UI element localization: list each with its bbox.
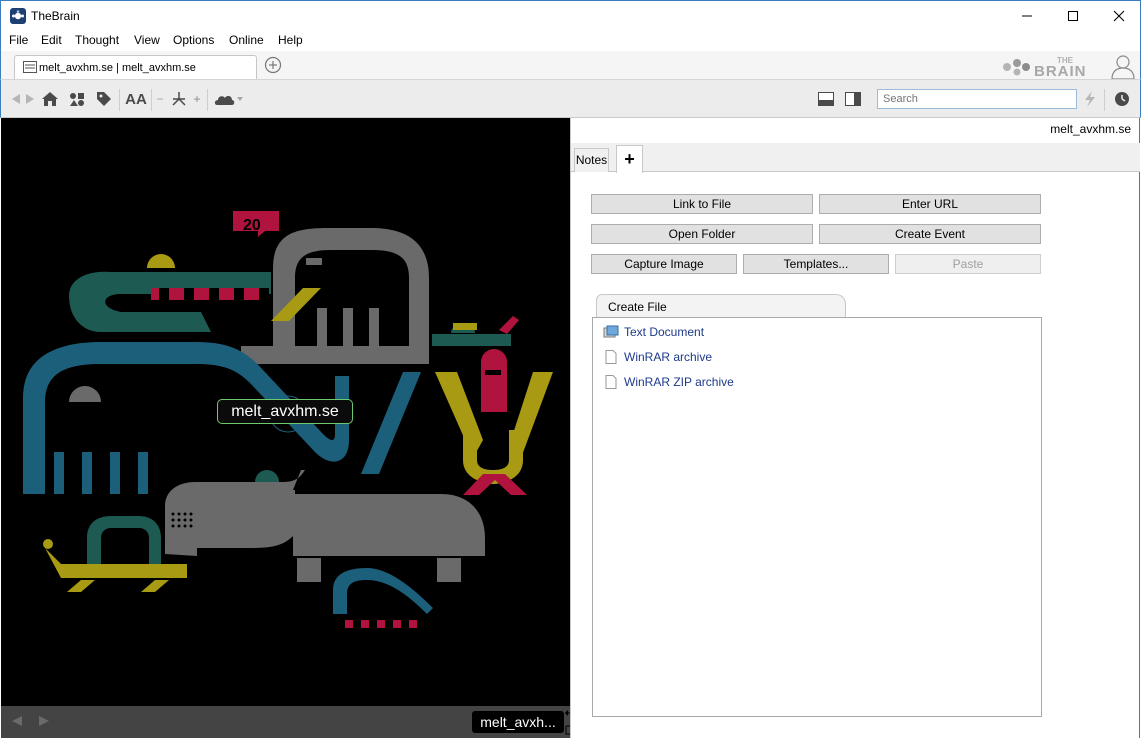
thebrain-app-icon	[10, 8, 26, 24]
title-bar: TheBrain	[0, 0, 1141, 31]
active-thought[interactable]: melt_avxhm.se	[217, 399, 353, 424]
create-file-item-label: WinRAR archive	[624, 350, 713, 364]
tab-notes[interactable]: Notes	[574, 148, 609, 172]
forward-button[interactable]	[23, 89, 37, 109]
close-button[interactable]	[1096, 1, 1141, 31]
cloud-sync-button[interactable]	[213, 89, 245, 109]
menu-bar: File Edit Thought View Options Online He…	[0, 31, 1141, 51]
home-icon	[42, 92, 58, 106]
toolbar-separator	[151, 89, 152, 111]
cloud-icon	[214, 95, 243, 105]
forward-arrow-icon	[26, 94, 34, 104]
clock-icon	[1115, 92, 1129, 106]
layout-bottom-icon	[818, 92, 834, 106]
maximize-button[interactable]	[1050, 1, 1096, 31]
home-button[interactable]	[40, 89, 60, 109]
forward-arrow-icon	[39, 716, 49, 726]
create-file-item-label: WinRAR ZIP archive	[624, 375, 734, 389]
minimize-button[interactable]	[1004, 1, 1050, 31]
menu-thought[interactable]: Thought	[75, 33, 119, 47]
logo-bottom-text: BRAIN	[1034, 63, 1087, 79]
bottom-panel-layout-button[interactable]	[817, 89, 835, 109]
menu-help[interactable]: Help	[278, 33, 303, 47]
badge-number-text: 20	[243, 217, 261, 234]
paste-button[interactable]: Paste	[895, 254, 1041, 274]
back-arrow-icon	[12, 716, 22, 726]
thebrain-logo: THE BRAIN	[1003, 56, 1087, 79]
create-winrar-zip-archive[interactable]: WinRAR ZIP archive	[603, 373, 734, 391]
zoom-in-button[interactable]: +	[192, 89, 202, 109]
link-to-file-button[interactable]: Link to File	[591, 194, 813, 214]
blank-file-icon	[605, 350, 617, 364]
plex-back-button[interactable]	[11, 715, 23, 730]
create-file-tab[interactable]: Create File	[596, 294, 846, 317]
create-file-list: Text Document WinRAR archive WinRAR ZIP …	[592, 317, 1042, 717]
plex-layout-icon	[172, 92, 186, 106]
menu-options[interactable]: Options	[173, 33, 214, 47]
toolbar-separator	[119, 89, 120, 111]
capture-image-button[interactable]: Capture Image	[591, 254, 737, 274]
current-thought-label[interactable]: melt_avxh...	[472, 711, 564, 733]
panel-tab-strip: Notes +	[571, 143, 1140, 173]
toolbar-separator	[1104, 89, 1105, 111]
main-toolbar: AA − +	[0, 79, 1141, 118]
plex-view[interactable]: 20 melt_avxhm.se	[1, 118, 570, 706]
layout-button[interactable]	[169, 89, 189, 109]
user-account-icon[interactable]	[1109, 52, 1137, 80]
close-icon	[1113, 10, 1125, 22]
enter-url-button[interactable]: Enter URL	[819, 194, 1041, 214]
plex-forward-button[interactable]	[38, 715, 50, 730]
menu-edit[interactable]: Edit	[41, 33, 62, 47]
brain-document-icon	[23, 61, 37, 73]
instant-search-button[interactable]	[1081, 89, 1099, 109]
panel-thought-name: melt_avxhm.se	[1050, 122, 1131, 136]
create-winrar-archive[interactable]: WinRAR archive	[603, 348, 712, 366]
back-arrow-icon	[12, 94, 20, 104]
create-event-button[interactable]: Create Event	[819, 224, 1041, 244]
open-folder-button[interactable]: Open Folder	[591, 224, 813, 244]
maximize-icon	[1068, 11, 1078, 21]
layout-right-icon	[845, 92, 861, 106]
back-button[interactable]	[9, 89, 23, 109]
tags-button[interactable]	[94, 89, 114, 109]
types-button[interactable]	[67, 89, 87, 109]
types-icon	[70, 93, 84, 106]
side-panel-layout-button[interactable]	[844, 89, 862, 109]
toolbar-separator	[207, 89, 208, 111]
tab-attachments-add[interactable]: +	[616, 145, 643, 173]
attachments-panel: melt_avxhm.se Notes + Link to File Enter…	[570, 118, 1140, 738]
create-file-item-label: Text Document	[624, 325, 705, 339]
menu-file[interactable]: File	[9, 33, 28, 47]
menu-view[interactable]: View	[134, 33, 160, 47]
text-size-button[interactable]: AA	[125, 89, 147, 109]
zoom-out-button[interactable]: −	[156, 89, 164, 109]
text-document-icon	[603, 325, 619, 338]
brain-tab[interactable]: melt_avxhm.se | melt_avxhm.se	[14, 55, 257, 79]
history-button[interactable]	[1112, 89, 1132, 109]
templates-button[interactable]: Templates...	[743, 254, 889, 274]
blank-file-icon	[605, 375, 617, 389]
minimize-icon	[1022, 15, 1032, 17]
window-title: TheBrain	[31, 9, 80, 23]
create-text-document[interactable]: Text Document	[603, 323, 704, 341]
menu-online[interactable]: Online	[229, 33, 264, 47]
search-input[interactable]	[877, 89, 1077, 109]
tag-icon	[97, 92, 111, 106]
lightning-icon	[1085, 91, 1095, 107]
new-tab-icon[interactable]	[263, 55, 283, 75]
brain-tab-strip: melt_avxhm.se | melt_avxhm.se THE BRAIN	[0, 51, 1141, 80]
brain-tab-label: melt_avxhm.se | melt_avxhm.se	[39, 62, 196, 74]
